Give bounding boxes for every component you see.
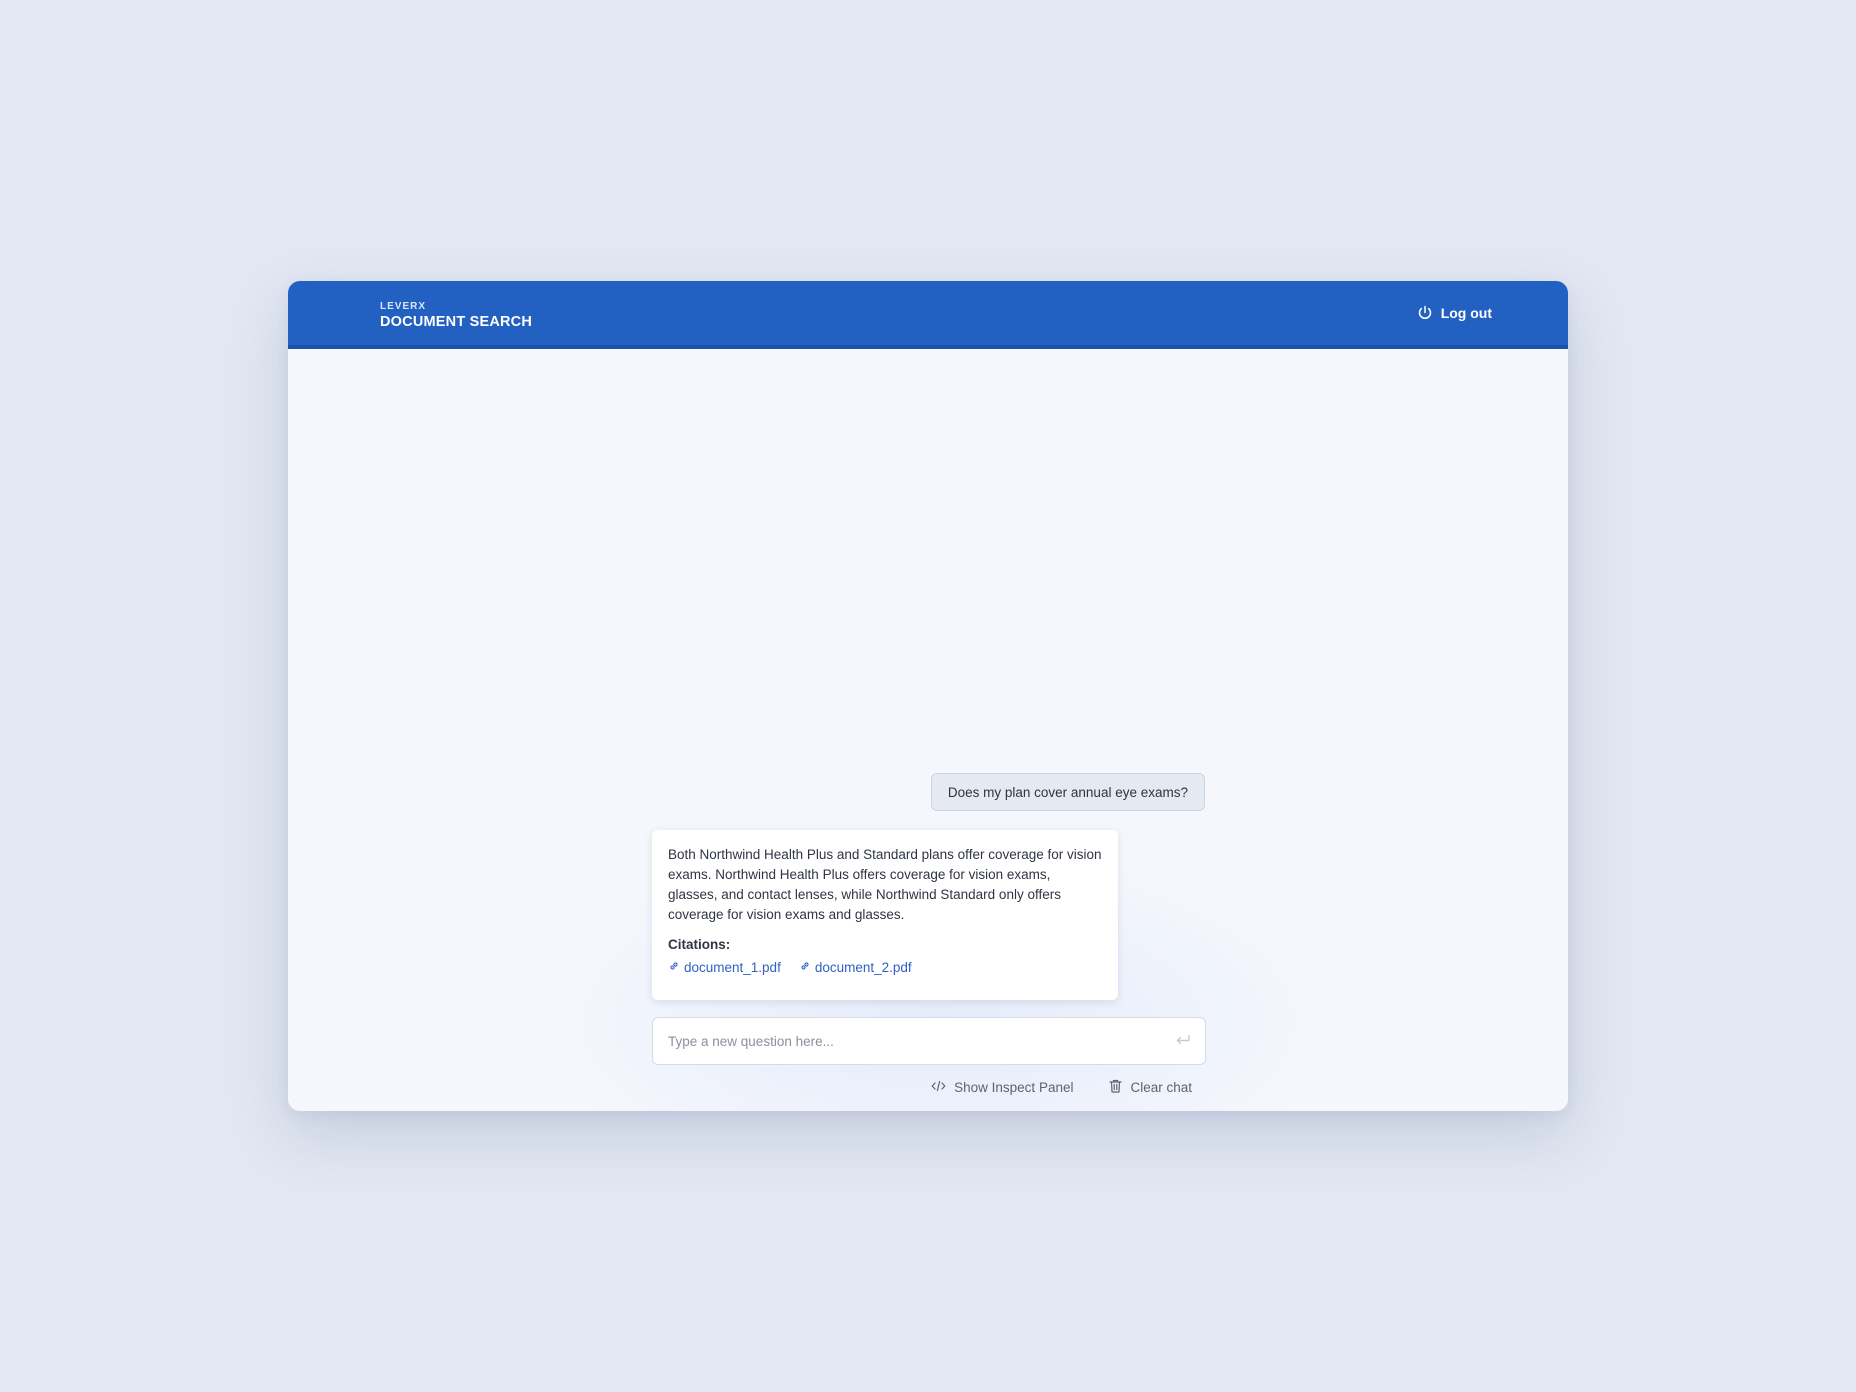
citation-label: document_2.pdf (814, 960, 912, 975)
citations-label: Citations: (668, 937, 731, 952)
chat-actions: Show Inspect Panel Clear chat (931, 1079, 1192, 1096)
question-input[interactable] (668, 1018, 1148, 1064)
send-button[interactable] (1175, 1034, 1191, 1053)
user-question-text: Does my plan cover annual eye exams? (947, 784, 1188, 800)
inspect-label: Show Inspect Panel (954, 1080, 1074, 1095)
clear-chat-button[interactable]: Clear chat (1109, 1079, 1192, 1096)
link-icon (668, 960, 680, 975)
citation-label: document_1.pdf (684, 960, 781, 975)
link-icon (799, 960, 811, 975)
code-icon (931, 1080, 946, 1095)
enter-icon (1175, 1035, 1191, 1052)
citations-list: document_1.pdf document_2.pdf (668, 960, 1102, 975)
trash-icon (1109, 1079, 1123, 1096)
answer-card: Both Northwind Health Plus and Standard … (652, 830, 1118, 1000)
answer-text: Both Northwind Health Plus and Standard … (668, 847, 1102, 922)
logout-label: Log out (1440, 305, 1492, 321)
app-header: LEVERX DOCUMENT SEARCH Log out (288, 281, 1568, 349)
power-icon (1417, 305, 1433, 321)
clear-chat-label: Clear chat (1130, 1080, 1192, 1095)
app-title: DOCUMENT SEARCH (380, 314, 533, 330)
user-question-bubble: Does my plan cover annual eye exams? (930, 773, 1205, 811)
brand-name: LEVERX (380, 301, 427, 312)
app-window: LEVERX DOCUMENT SEARCH Log out Does my p… (288, 281, 1568, 1111)
question-input-box (652, 1017, 1206, 1065)
show-inspect-panel-button[interactable]: Show Inspect Panel (931, 1080, 1073, 1095)
citation-link-2[interactable]: document_2.pdf (799, 960, 912, 975)
logout-button[interactable]: Log out (1417, 305, 1492, 321)
citation-link-1[interactable]: document_1.pdf (668, 960, 781, 975)
